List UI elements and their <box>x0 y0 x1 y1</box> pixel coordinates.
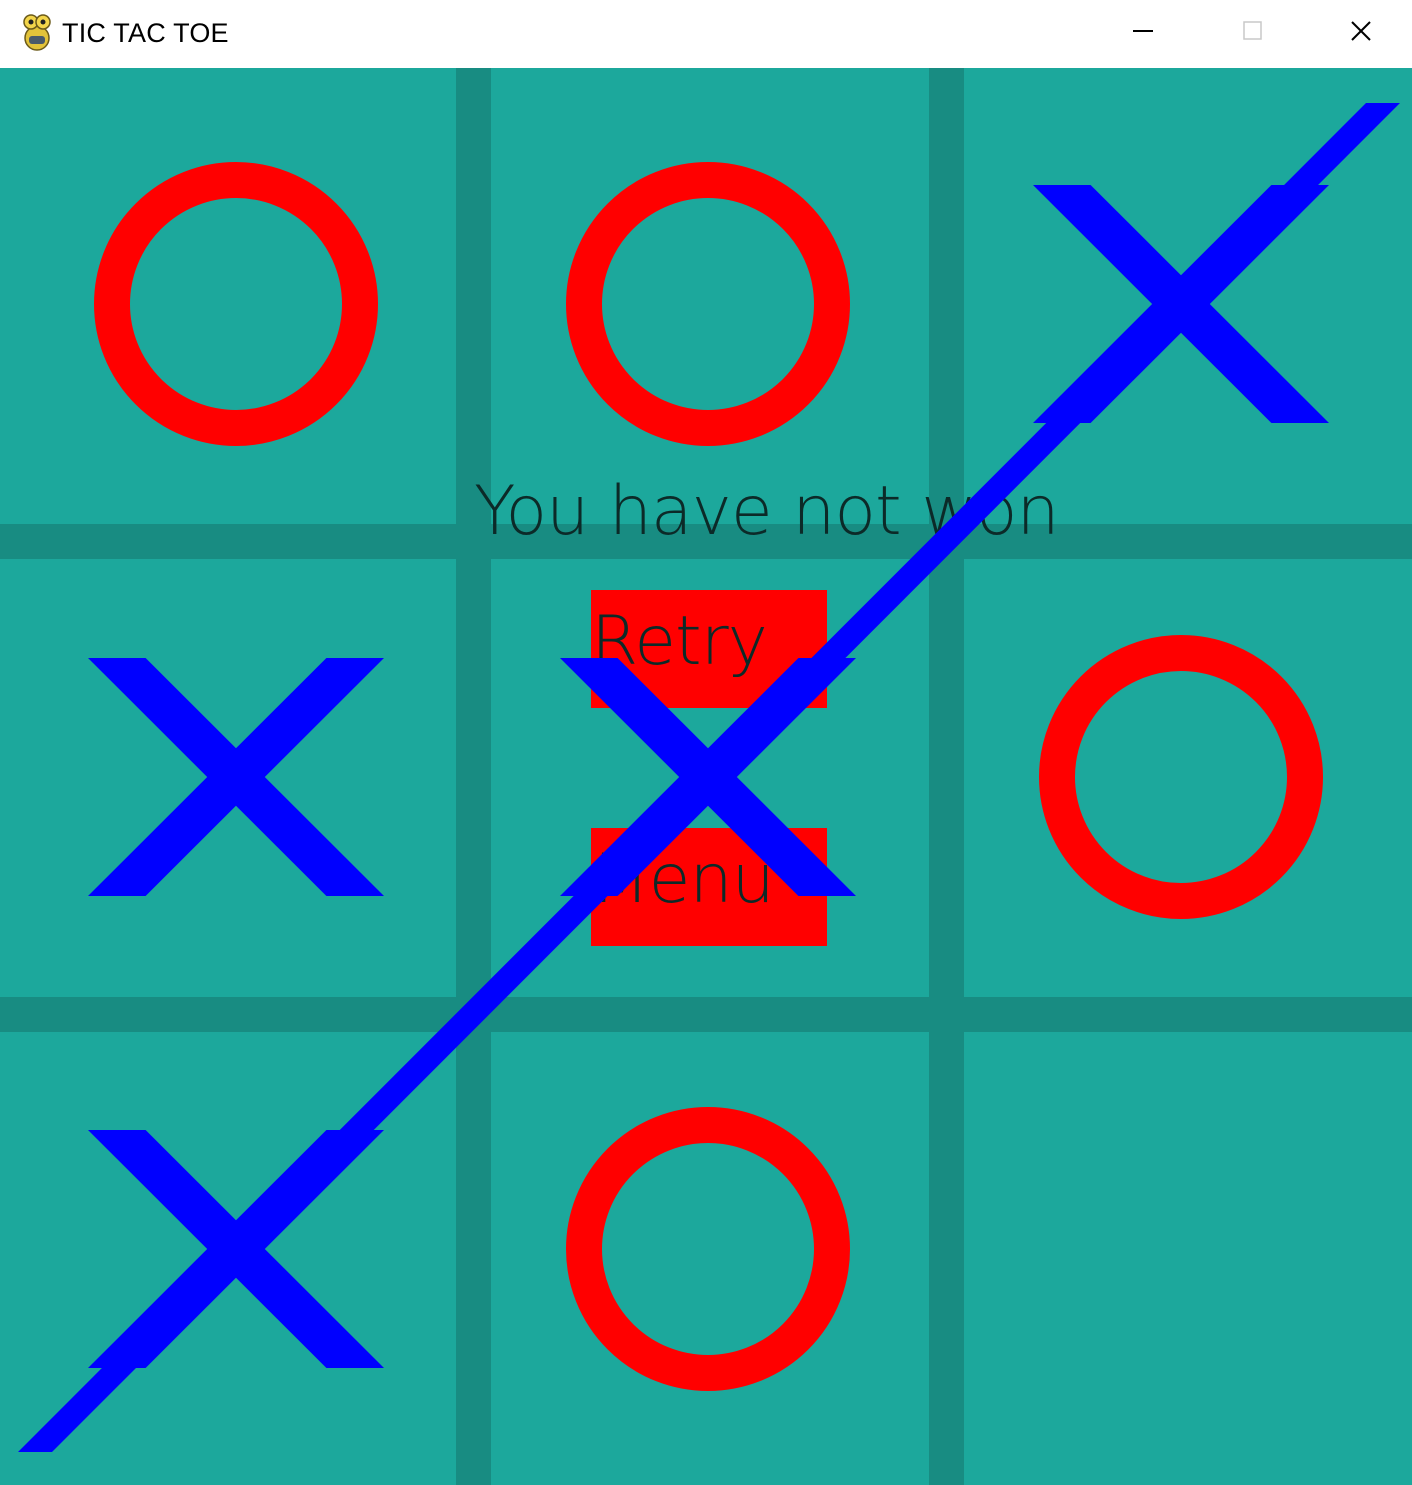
retry-label: Retry <box>591 602 768 681</box>
close-icon <box>1351 21 1371 41</box>
menu-button[interactable]: Menu <box>591 828 827 946</box>
close-button[interactable] <box>1306 0 1412 62</box>
o-mark-0-0 <box>94 162 378 446</box>
x-mark-0-2 <box>1033 185 1329 423</box>
maximize-button[interactable] <box>1198 0 1308 62</box>
minimize-icon <box>1133 30 1153 32</box>
window-title: TIC TAC TOE <box>62 18 229 48</box>
title-bar: TIC TAC TOE <box>0 0 1412 68</box>
pygame-snake-icon <box>23 14 51 51</box>
menu-label: Menu <box>591 840 775 919</box>
board-marks <box>88 162 1329 1391</box>
x-mark-1-0 <box>88 658 384 896</box>
minimize-button[interactable] <box>1088 0 1198 62</box>
retry-button[interactable]: Retry <box>591 590 827 708</box>
maximize-icon <box>1243 21 1262 40</box>
x-mark-2-0 <box>88 1130 384 1368</box>
o-mark-1-2 <box>1039 635 1323 919</box>
o-mark-0-1 <box>566 162 850 446</box>
game-board <box>0 68 1412 1485</box>
o-mark-2-1 <box>566 1107 850 1391</box>
status-message: You have not won <box>474 472 1060 551</box>
